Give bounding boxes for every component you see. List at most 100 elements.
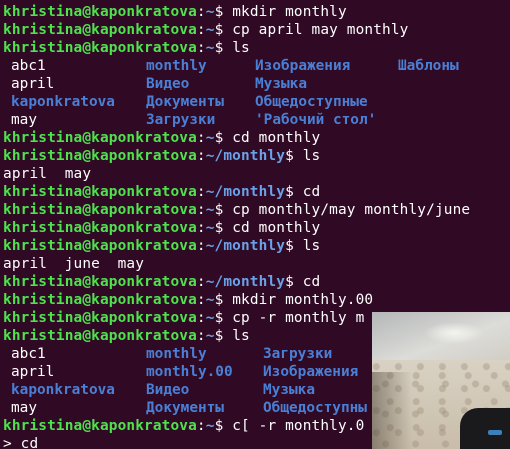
- prompt-line: khristina@kaponkratova:~/monthly$ ls: [3, 148, 321, 164]
- webcam-shadow: [372, 372, 412, 449]
- ls-entry-directory: Документы: [146, 94, 224, 110]
- ls-entry-directory: Общедоступные: [255, 94, 368, 110]
- prompt-dollar: $: [285, 274, 294, 290]
- prompt-path: ~: [205, 40, 215, 56]
- prompt-user-host: khristina@kaponkratova: [3, 184, 197, 200]
- prompt-dollar: $: [285, 238, 294, 254]
- prompt-user-host: khristina@kaponkratova: [3, 22, 197, 38]
- prompt-line: khristina@kaponkratova:~$ ls: [3, 40, 250, 56]
- prompt-path: ~: [205, 22, 215, 38]
- ls-entry-file: april: [11, 76, 55, 92]
- prompt-path: ~: [205, 418, 215, 434]
- prompt-line: khristina@kaponkratova:~/monthly$ cd: [3, 274, 321, 290]
- webcam-blue-glint: [488, 430, 502, 435]
- ls-entry-directory: Музыка: [255, 76, 307, 92]
- ls-output-row: may Загрузки 'Рабочий стол': [3, 111, 510, 129]
- command-text: cp monthly/may monthly/june: [232, 202, 471, 218]
- webcam-light-spot: [424, 322, 484, 344]
- command-text: mkdir monthly.00: [232, 292, 374, 308]
- prompt-dollar: $: [214, 328, 224, 344]
- prompt-line: khristina@kaponkratova:~/monthly$ cd: [3, 184, 321, 200]
- ls-entry-directory: monthly: [146, 58, 207, 74]
- ls-entry-directory: monthly: [146, 346, 207, 362]
- prompt-path: ~/monthly: [205, 148, 286, 164]
- prompt-dollar: $: [214, 130, 224, 146]
- prompt-dollar: $: [214, 22, 224, 38]
- ls-entry-directory: Изображения: [263, 364, 359, 380]
- prompt-dollar: $: [214, 310, 224, 326]
- prompt-line: khristina@kaponkratova:~$ mkdir monthly: [3, 4, 347, 20]
- ls-entry-file: may: [11, 400, 37, 416]
- ls-output-line: april may: [3, 166, 92, 182]
- prompt-user-host: khristina@kaponkratova: [3, 238, 197, 254]
- prompt-line: khristina@kaponkratova:~$ cd monthly: [3, 220, 321, 236]
- prompt-dollar: $: [285, 148, 294, 164]
- prompt-dollar: $: [214, 292, 224, 308]
- ls-output-row: april Видео Музыка: [3, 75, 510, 93]
- prompt-user-host: khristina@kaponkratova: [3, 328, 197, 344]
- ls-entry-file: abc1: [11, 346, 46, 362]
- prompt-dollar: $: [214, 220, 224, 236]
- command-text: cd: [302, 274, 321, 290]
- ls-output-row: kaponkratova Документы Общедоступные: [3, 93, 510, 111]
- prompt-user-host: khristina@kaponkratova: [3, 418, 197, 434]
- command-text: c[ -r monthly.0: [232, 418, 365, 434]
- prompt-dollar: $: [285, 184, 294, 200]
- ls-entry-directory: Загрузки: [146, 112, 216, 128]
- prompt-user-host: khristina@kaponkratova: [3, 220, 197, 236]
- prompt-user-host: khristina@kaponkratova: [3, 130, 197, 146]
- prompt-path: ~: [205, 4, 215, 20]
- ls-entry-directory: Документы: [146, 400, 224, 416]
- command-text: ls: [302, 238, 321, 254]
- prompt-dollar: $: [214, 4, 224, 20]
- command-text: cd: [302, 184, 321, 200]
- prompt-user-host: khristina@kaponkratova: [3, 292, 197, 308]
- prompt-dollar: $: [214, 40, 224, 56]
- prompt-path: ~: [205, 202, 215, 218]
- ls-entry-directory: kaponkratova: [11, 382, 115, 398]
- command-text: mkdir monthly: [232, 4, 347, 20]
- ls-entry-directory: Шаблоны: [398, 58, 459, 74]
- prompt-path: ~/monthly: [205, 274, 286, 290]
- ls-entry-file: abc1: [11, 58, 46, 74]
- prompt-path: ~: [205, 328, 215, 344]
- ls-entry-directory: 'Рабочий стол': [255, 112, 377, 128]
- terminal-window[interactable]: khristina@kaponkratova:~$ mkdir monthly …: [0, 0, 510, 449]
- prompt-line: khristina@kaponkratova:~$ mkdir monthly.…: [3, 292, 374, 308]
- prompt-user-host: khristina@kaponkratova: [3, 148, 197, 164]
- prompt-user-host: khristina@kaponkratova: [3, 202, 197, 218]
- webcam-dark-object: [460, 408, 510, 449]
- ls-entry-directory: kaponkratova: [11, 94, 115, 110]
- prompt-line: khristina@kaponkratova:~$ cd monthly: [3, 130, 321, 146]
- ls-output-row: abc1 monthly Изображения Шаблоны: [3, 57, 510, 75]
- prompt-dollar: $: [214, 202, 224, 218]
- ls-entry-directory: Загрузки: [263, 346, 333, 362]
- prompt-user-host: khristina@kaponkratova: [3, 4, 197, 20]
- prompt-line: khristina@kaponkratova:~/monthly$ ls: [3, 238, 321, 254]
- ls-entry-directory: Видео: [146, 76, 190, 92]
- prompt-path: ~: [205, 220, 215, 236]
- ls-entry-directory: Видео: [146, 382, 190, 398]
- ls-entry-directory: Изображения: [255, 58, 351, 74]
- prompt-path: ~/monthly: [205, 184, 286, 200]
- ls-entry-directory: Общедоступны: [263, 400, 367, 416]
- prompt-path: ~: [205, 130, 215, 146]
- webcam-overlay: [372, 312, 510, 449]
- ls-entry-directory: Музыка: [263, 382, 315, 398]
- command-text: cd monthly: [232, 130, 321, 146]
- command-text: cp -r monthly m: [232, 310, 365, 326]
- prompt-line: khristina@kaponkratova:~$ cp april may m…: [3, 22, 409, 38]
- ls-entry-directory: monthly.00: [146, 364, 233, 380]
- prompt-line: khristina@kaponkratova:~$ cp monthly/may…: [3, 202, 471, 218]
- ls-output-line: april june may: [3, 256, 145, 272]
- prompt-path: ~: [205, 310, 215, 326]
- command-text: ls: [302, 148, 321, 164]
- ls-entry-file: may: [11, 112, 37, 128]
- prompt-user-host: khristina@kaponkratova: [3, 274, 197, 290]
- command-text: cd monthly: [232, 220, 321, 236]
- prompt-dollar: $: [214, 418, 224, 434]
- ls-entry-file: april: [11, 364, 55, 380]
- command-text: ls: [232, 40, 250, 56]
- prompt-user-host: khristina@kaponkratova: [3, 310, 197, 326]
- command-text: cp april may monthly: [232, 22, 409, 38]
